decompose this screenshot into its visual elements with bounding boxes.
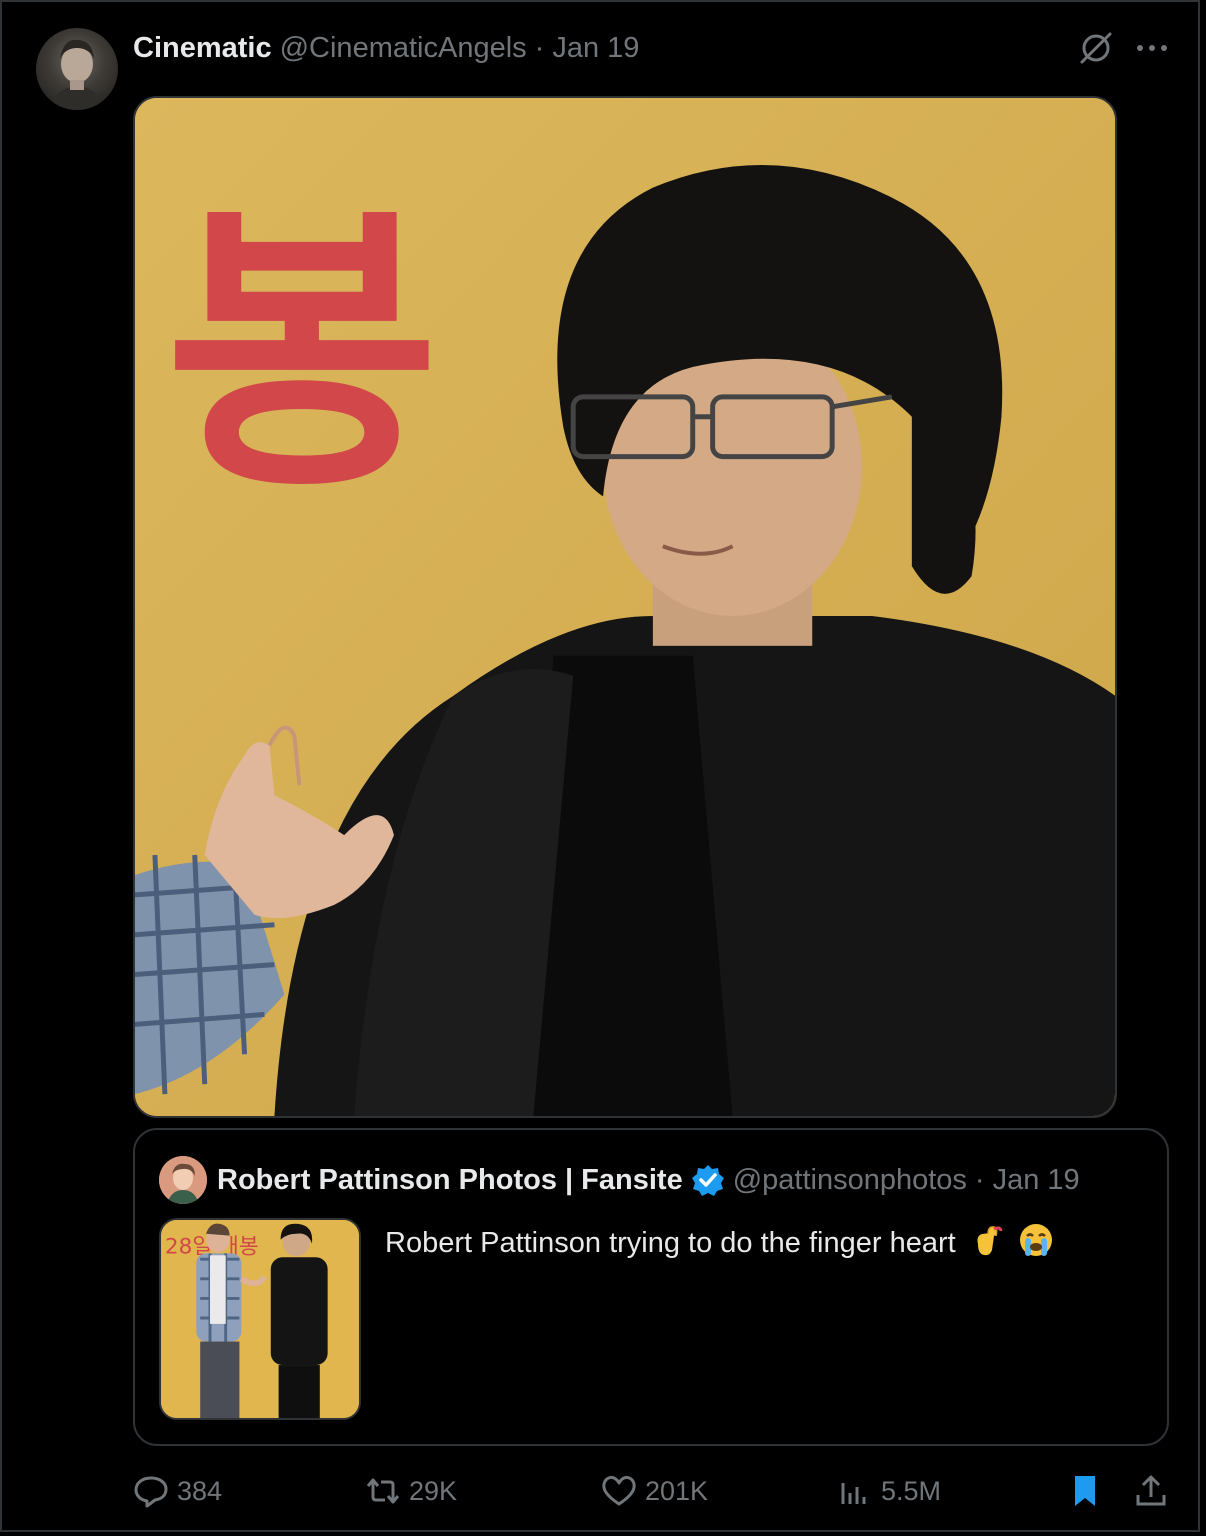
crying-face-emoji-icon: [1019, 1224, 1052, 1256]
verified-badge-icon: [691, 1165, 724, 1196]
quoted-tweet-text: Robert Pattinson trying to do the finger…: [385, 1222, 1054, 1260]
reply-icon: [134, 1476, 168, 1508]
quoted-header: Robert Pattinson Photos | Fansite @patti…: [217, 1158, 1080, 1202]
grok-icon[interactable]: [1076, 30, 1116, 66]
views-icon: [841, 1483, 866, 1504]
quoted-media-thumbnail[interactable]: 28일 개봉: [159, 1218, 361, 1420]
views-count: 5.5M: [881, 1475, 942, 1506]
share-icon: [1136, 1475, 1166, 1506]
quoted-text: Robert Pattinson trying to do the finger…: [385, 1227, 956, 1259]
views-button[interactable]: 5.5M: [837, 1468, 941, 1514]
quoted-date[interactable]: Jan 19: [993, 1164, 1080, 1197]
quoted-author-handle[interactable]: @pattinsonphotos: [733, 1164, 967, 1197]
author-name[interactable]: Cinematic: [133, 32, 272, 65]
reply-count: 384: [177, 1475, 223, 1506]
tweet-media-image[interactable]: 봉: [133, 96, 1117, 1118]
like-count: 201K: [645, 1475, 709, 1506]
bookmark-button[interactable]: [1067, 1468, 1111, 1514]
like-button[interactable]: 201K: [601, 1468, 708, 1514]
share-button[interactable]: [1133, 1468, 1177, 1514]
quoted-author-name[interactable]: Robert Pattinson Photos | Fansite: [217, 1164, 683, 1197]
quoted-avatar[interactable]: [159, 1156, 207, 1204]
like-icon: [602, 1475, 636, 1506]
reply-button[interactable]: 384: [133, 1468, 222, 1514]
tweet-header: Cinematic @CinematicAngels · Jan 19: [133, 28, 639, 68]
separator: ·: [534, 31, 545, 64]
bookmark-icon: [1075, 1476, 1095, 1506]
finger-heart-emoji-icon: [977, 1226, 1003, 1256]
tweet-actions: 384 29K 201K 5.5M: [133, 1468, 1173, 1514]
quoted-separator: ·: [974, 1163, 985, 1196]
poster-sign-text: 봉: [165, 181, 440, 528]
more-icon[interactable]: [1132, 32, 1172, 64]
retweet-icon: [366, 1478, 400, 1504]
retweet-count: 29K: [409, 1475, 458, 1506]
quoted-tweet[interactable]: Robert Pattinson Photos | Fansite @patti…: [133, 1128, 1169, 1446]
tweet[interactable]: Cinematic @CinematicAngels · Jan 19 봉 Ro…: [0, 0, 1200, 1532]
retweet-button[interactable]: 29K: [365, 1468, 457, 1514]
author-handle[interactable]: @CinematicAngels: [280, 32, 527, 65]
tweet-date[interactable]: Jan 19: [552, 32, 639, 65]
avatar[interactable]: [36, 28, 118, 110]
